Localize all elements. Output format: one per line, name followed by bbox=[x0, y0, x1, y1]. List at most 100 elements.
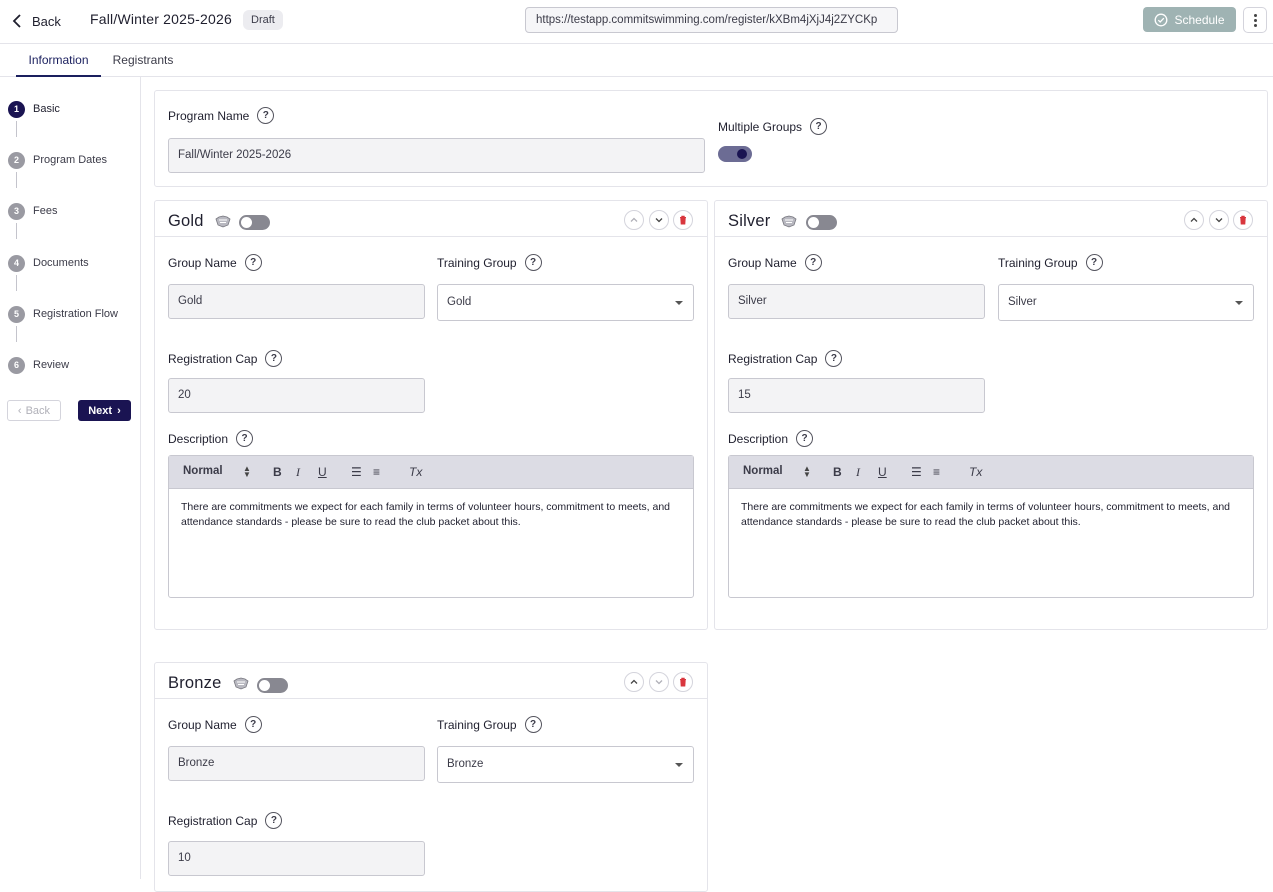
registration-cap-input[interactable]: 20 bbox=[168, 378, 425, 413]
group-card-header: Gold bbox=[155, 201, 707, 237]
multiple-groups-label-text: Multiple Groups bbox=[718, 119, 803, 134]
step-registration-flow[interactable]: 5 Registration Flow bbox=[8, 305, 118, 323]
status-badge: Draft bbox=[243, 10, 283, 30]
group-name-input[interactable]: Bronze bbox=[168, 746, 425, 781]
step-label: Review bbox=[33, 359, 70, 371]
italic-button[interactable]: I bbox=[296, 465, 300, 480]
group-active-toggle[interactable] bbox=[806, 215, 837, 230]
updown-icon: ▲ ▼ bbox=[803, 464, 811, 479]
more-vertical-icon bbox=[1253, 13, 1257, 17]
caret-down-icon bbox=[675, 763, 683, 767]
delete-group-button[interactable] bbox=[673, 210, 693, 230]
help-icon[interactable]: ? bbox=[265, 350, 283, 367]
group-title: Silver bbox=[728, 212, 771, 230]
move-up-button[interactable] bbox=[1184, 210, 1204, 230]
registration-url-field[interactable]: https://testapp.commitswimming.com/regis… bbox=[525, 7, 898, 33]
chevron-down-icon bbox=[655, 680, 663, 685]
step-connector bbox=[16, 121, 17, 137]
help-icon[interactable]: ? bbox=[236, 430, 254, 447]
chevron-right-icon: › bbox=[117, 404, 121, 417]
underline-button[interactable]: U bbox=[878, 465, 887, 479]
chevron-down-icon bbox=[1215, 218, 1223, 223]
description-text[interactable]: There are commitments we expect for each… bbox=[181, 500, 679, 530]
move-down-button[interactable] bbox=[1209, 210, 1229, 230]
registration-cap-label: Registration Cap ? bbox=[168, 812, 283, 829]
step-back-button[interactable]: ‹ Back bbox=[7, 400, 61, 421]
clear-format-button[interactable]: Tx bbox=[409, 465, 422, 479]
bullet-list-icon[interactable]: ≡ bbox=[373, 465, 380, 479]
trash-icon bbox=[1240, 215, 1246, 225]
clear-format-button[interactable]: Tx bbox=[969, 465, 982, 479]
description-text[interactable]: There are commitments we expect for each… bbox=[741, 500, 1239, 530]
registration-cap-label-text: Registration Cap bbox=[168, 813, 258, 828]
delete-group-button[interactable] bbox=[673, 672, 693, 692]
schedule-label: Schedule bbox=[1174, 12, 1225, 27]
step-program-dates[interactable]: 2 Program Dates bbox=[8, 151, 107, 169]
move-down-button[interactable] bbox=[649, 210, 669, 230]
ordered-list-icon[interactable]: ☰ bbox=[911, 465, 922, 479]
multiple-groups-toggle[interactable] bbox=[718, 146, 752, 162]
registration-cap-input[interactable]: 15 bbox=[728, 378, 985, 413]
training-group-label: Training Group ? bbox=[437, 716, 542, 733]
help-icon[interactable]: ? bbox=[265, 812, 283, 829]
tab-information[interactable]: Information bbox=[16, 44, 101, 77]
trash-icon bbox=[680, 215, 686, 225]
group-card-header: Bronze bbox=[155, 663, 707, 699]
step-next-label: Next bbox=[88, 404, 113, 417]
schedule-button[interactable]: Schedule bbox=[1143, 7, 1236, 32]
step-documents[interactable]: 4 Documents bbox=[8, 254, 89, 272]
help-icon[interactable]: ? bbox=[244, 716, 262, 733]
description-label: Description ? bbox=[168, 430, 254, 447]
help-icon[interactable]: ? bbox=[244, 254, 262, 271]
program-name-input[interactable]: Fall/Winter 2025-2026 bbox=[168, 138, 705, 173]
group-active-toggle[interactable] bbox=[239, 215, 270, 230]
group-name-input[interactable]: Silver bbox=[728, 284, 985, 319]
training-group-select[interactable]: Silver bbox=[998, 284, 1254, 321]
bullet-list-icon[interactable]: ≡ bbox=[933, 465, 940, 479]
tab-registrants[interactable]: Registrants bbox=[108, 44, 178, 77]
step-next-button[interactable]: Next › bbox=[78, 400, 131, 421]
group-name-input[interactable]: Gold bbox=[168, 284, 425, 319]
training-group-select[interactable]: Bronze bbox=[437, 746, 694, 783]
group-active-toggle[interactable] bbox=[257, 678, 288, 693]
team-logo-icon bbox=[781, 215, 797, 228]
italic-button[interactable]: I bbox=[856, 465, 860, 480]
step-number: 5 bbox=[8, 305, 25, 323]
move-down-button[interactable] bbox=[649, 672, 669, 692]
training-group-value: Bronze bbox=[447, 758, 484, 770]
underline-button[interactable]: U bbox=[318, 465, 327, 479]
caret-down-icon bbox=[1235, 301, 1243, 305]
step-label: Basic bbox=[33, 103, 60, 115]
back-button[interactable]: Back bbox=[12, 10, 61, 32]
training-group-label-text: Training Group bbox=[437, 717, 517, 732]
step-basic[interactable]: 1 Basic bbox=[8, 100, 60, 118]
help-icon[interactable]: ? bbox=[524, 254, 542, 271]
ordered-list-icon[interactable]: ☰ bbox=[351, 465, 362, 479]
move-up-button[interactable] bbox=[624, 672, 644, 692]
chevron-left-icon: ‹ bbox=[17, 404, 22, 417]
more-options-button[interactable] bbox=[1243, 7, 1267, 33]
toggle-knob bbox=[259, 680, 270, 691]
delete-group-button[interactable] bbox=[1233, 210, 1253, 230]
step-fees[interactable]: 3 Fees bbox=[8, 202, 57, 220]
help-icon[interactable]: ? bbox=[796, 430, 814, 447]
editor-toolbar: Normal ▲ ▼ B I U ☰ ≡ Tx bbox=[729, 456, 1253, 489]
help-icon[interactable]: ? bbox=[524, 716, 542, 733]
registration-cap-label: Registration Cap ? bbox=[728, 350, 843, 367]
help-icon[interactable]: ? bbox=[257, 107, 275, 124]
move-up-button[interactable] bbox=[624, 210, 644, 230]
help-icon[interactable]: ? bbox=[810, 118, 828, 135]
step-label: Program Dates bbox=[33, 154, 107, 166]
help-icon[interactable]: ? bbox=[825, 350, 843, 367]
registration-cap-input[interactable]: 10 bbox=[168, 841, 425, 876]
help-icon[interactable]: ? bbox=[804, 254, 822, 271]
step-number: 1 bbox=[8, 100, 25, 118]
format-select[interactable]: Normal bbox=[743, 465, 783, 477]
training-group-select[interactable]: Gold bbox=[437, 284, 694, 321]
bold-button[interactable]: B bbox=[833, 465, 842, 479]
back-label: Back bbox=[32, 13, 61, 29]
help-icon[interactable]: ? bbox=[1085, 254, 1103, 271]
step-review[interactable]: 6 Review bbox=[8, 356, 69, 374]
format-select[interactable]: Normal bbox=[183, 465, 223, 477]
bold-button[interactable]: B bbox=[273, 465, 282, 479]
